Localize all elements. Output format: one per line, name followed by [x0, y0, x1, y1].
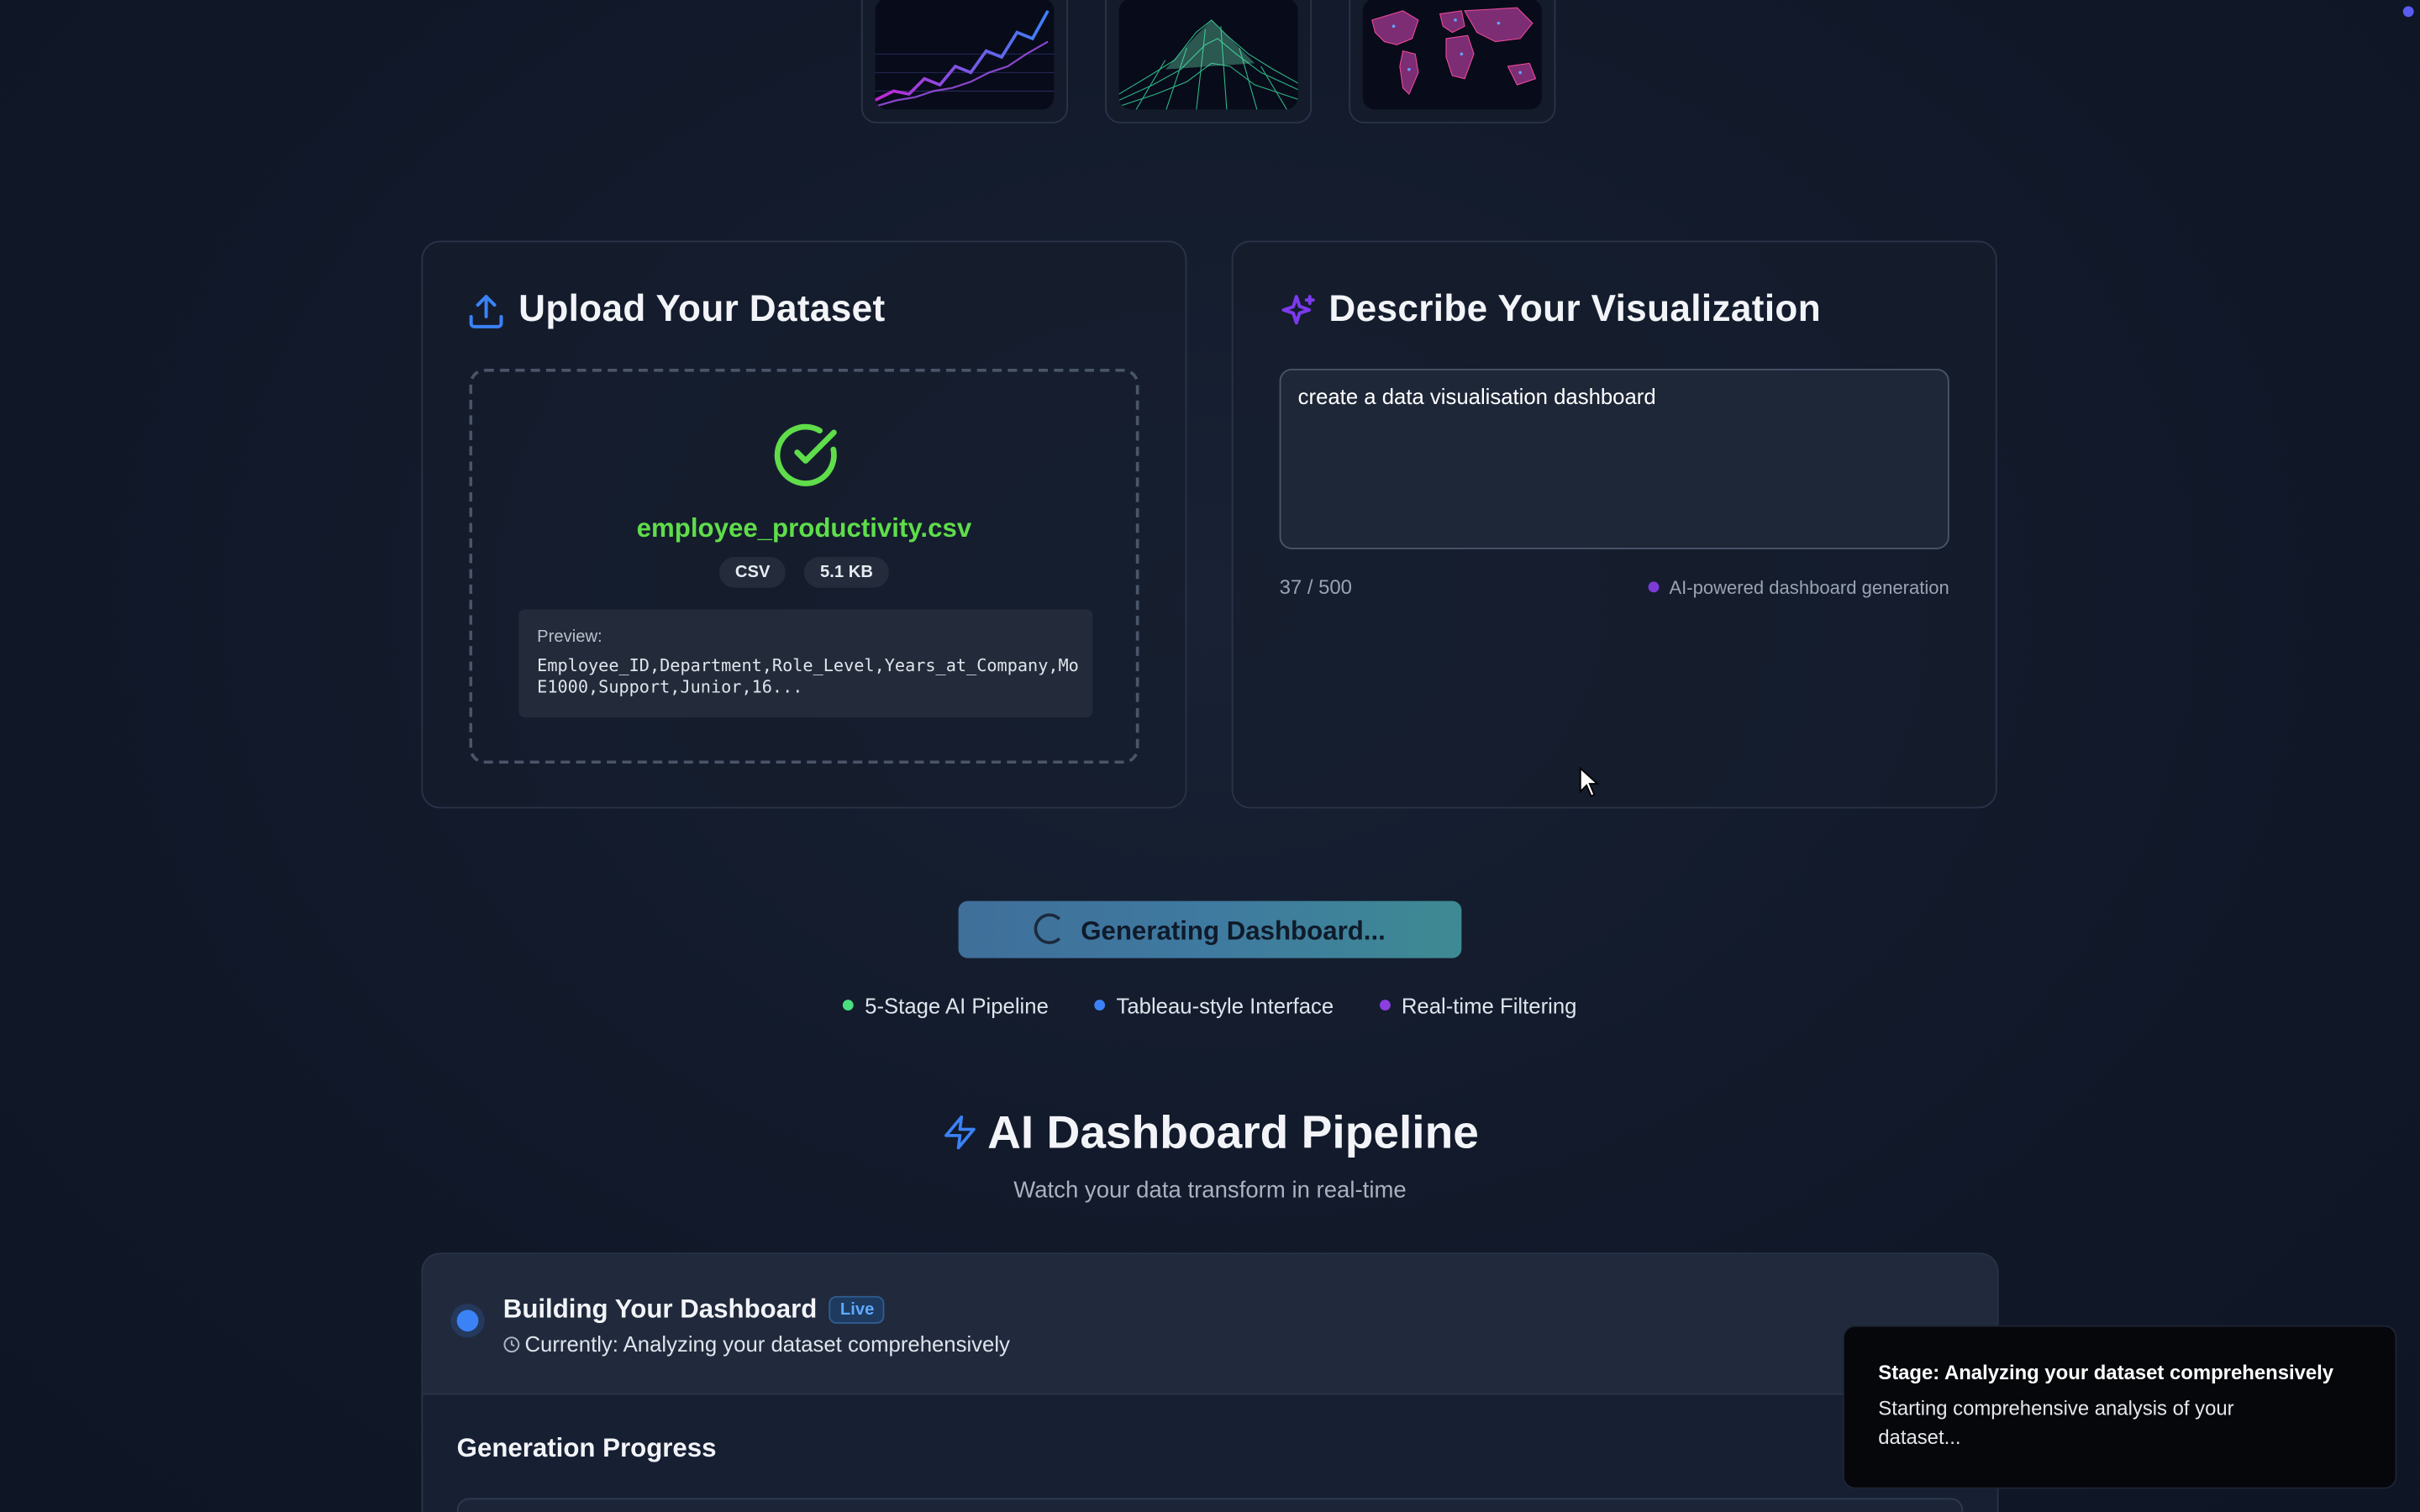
terrain-preview-image: [1118, 0, 1298, 110]
toast-body: Starting comprehensive analysis of your …: [1878, 1396, 2234, 1449]
ai-note-dot: [1647, 581, 1659, 593]
status-indicator-dot: [2402, 6, 2414, 18]
pipeline-status-title: Building Your Dashboard Live: [502, 1294, 886, 1326]
upload-dataset-card: Upload Your Dataset employee_productivit…: [421, 240, 1187, 809]
pipeline-title-text: AI Dashboard Pipeline: [987, 1107, 1479, 1159]
file-preview: Preview: Employee_ID,Department,Role_Lev…: [518, 609, 1093, 718]
pipeline-status-header: Building Your Dashboard Live Currently: A…: [423, 1254, 1997, 1395]
status-title-text: Building Your Dashboard: [502, 1294, 818, 1324]
upload-icon: [469, 295, 503, 328]
status-dot: [456, 1310, 479, 1332]
feature-dot: [1094, 1000, 1106, 1011]
feature-label: Tableau-style Interface: [1116, 993, 1334, 1019]
upload-card-title: Upload Your Dataset: [518, 288, 886, 331]
pipeline-title: AI Dashboard Pipeline: [0, 1108, 2420, 1160]
visualization-prompt-input[interactable]: [1279, 368, 1949, 549]
mouse-cursor-icon: [1579, 766, 1600, 797]
pipeline-status-card: Building Your Dashboard Live Currently: A…: [421, 1252, 1999, 1512]
pipeline-subtitle: Watch your data transform in real-time: [1013, 1177, 1407, 1204]
file-dropzone[interactable]: employee_productivity.csv CSV 5.1 KB Pre…: [469, 368, 1139, 764]
feature-dot: [843, 1000, 855, 1011]
ai-note: AI-powered dashboard generation: [1647, 576, 1949, 599]
preview-line: Employee_ID,Department,Role_Level,Years_…: [537, 655, 1079, 676]
feature-list: 5-Stage AI Pipeline Tableau-style Interf…: [0, 994, 2420, 1018]
world-map-preview-image: [1362, 0, 1542, 110]
current-step-text: Currently: Analyzing your dataset compre…: [524, 1331, 1010, 1357]
line-chart-preview-image: [875, 0, 1055, 110]
line-chart-thumbnail[interactable]: [860, 0, 1068, 123]
ai-note-text: AI-powered dashboard generation: [1669, 576, 1949, 599]
character-counter: 37 / 500: [1279, 575, 1352, 599]
preview-line: E1000,Support,Junior,16...: [537, 677, 803, 698]
page: Upload Your Dataset employee_productivit…: [0, 0, 2420, 1512]
loading-spinner-icon: [1034, 913, 1065, 945]
describe-visualization-card: Describe Your Visualization 37 / 500 AI-…: [1231, 240, 1997, 809]
toast-title: Stage: Analyzing your dataset comprehens…: [1878, 1360, 2334, 1384]
generate-dashboard-button[interactable]: Generating Dashboard...: [958, 900, 1462, 958]
generation-progress-heading: Generation Progress: [456, 1433, 717, 1463]
terrain-3d-thumbnail[interactable]: [1105, 0, 1313, 123]
generate-button-label: Generating Dashboard...: [1081, 916, 1386, 946]
feature-label: Real-time Filtering: [1401, 993, 1577, 1019]
uploaded-file-name: employee_productivity.csv: [636, 513, 972, 543]
live-badge: Live: [829, 1295, 886, 1324]
describe-card-title: Describe Your Visualization: [1328, 288, 1822, 331]
sparkles-icon: [1281, 295, 1315, 325]
file-type-badge: CSV: [719, 557, 786, 588]
file-meta-badges: CSV 5.1 KB: [472, 557, 1136, 588]
feature-item: Real-time Filtering: [1380, 994, 1576, 1018]
progress-bar: [456, 1498, 1964, 1512]
lightning-icon: [944, 1115, 976, 1150]
feature-item: Tableau-style Interface: [1094, 993, 1334, 1019]
stage-toast: Stage: Analyzing your dataset comprehens…: [1843, 1325, 2397, 1489]
clock-icon: [503, 1336, 520, 1353]
feature-label: 5-Stage AI Pipeline: [865, 993, 1049, 1019]
check-circle-icon: [774, 423, 837, 486]
file-size-badge: 5.1 KB: [804, 557, 889, 588]
world-map-thumbnail[interactable]: [1349, 0, 1556, 123]
feature-dot: [1380, 1000, 1391, 1011]
feature-item: 5-Stage AI Pipeline: [843, 993, 1049, 1019]
current-step: Currently: Analyzing your dataset compre…: [503, 1331, 1010, 1356]
preview-label: Preview:: [537, 627, 602, 647]
